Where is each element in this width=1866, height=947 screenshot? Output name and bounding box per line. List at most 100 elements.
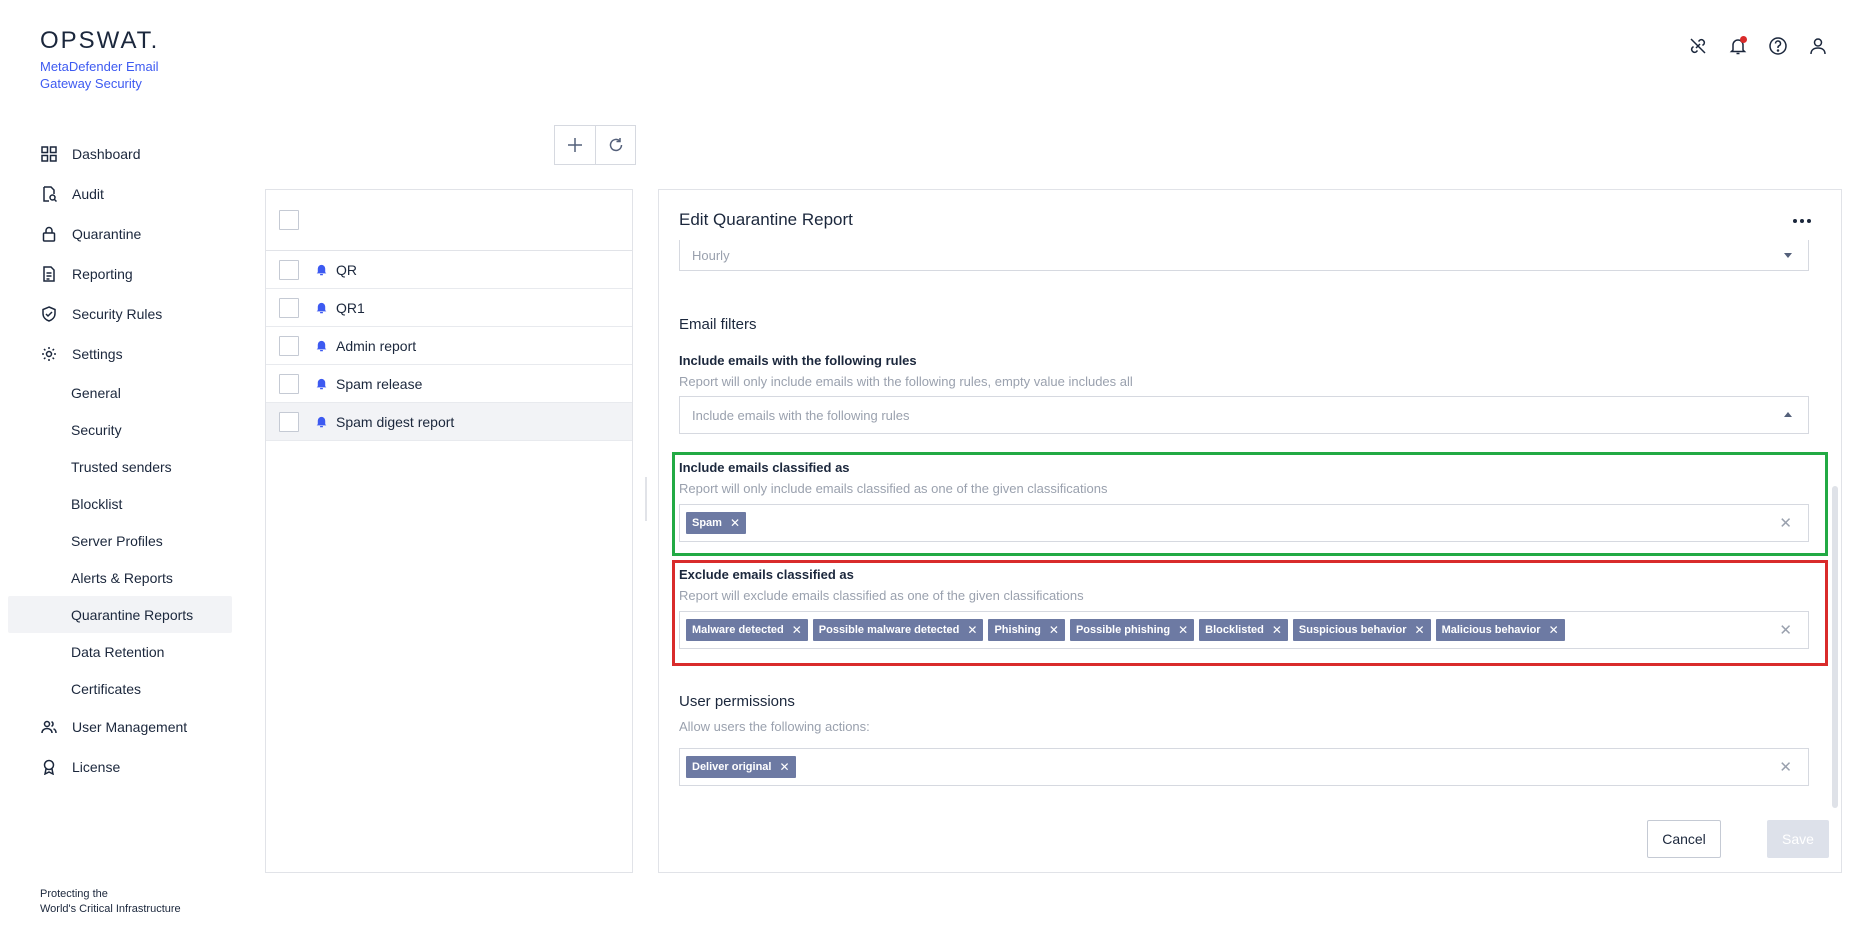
opswat-logo[interactable]: OPSWAT.	[40, 28, 180, 54]
refresh-icon	[609, 138, 622, 152]
nav-security-rules[interactable]: Security Rules	[8, 294, 232, 334]
row-checkbox[interactable]	[279, 411, 299, 432]
help-icon[interactable]	[1766, 34, 1790, 58]
tagline-line-2: World's Critical Infrastructure	[40, 903, 181, 915]
chevron-down-icon	[1784, 253, 1792, 258]
tagline: Protecting the World's Critical Infrastr…	[40, 887, 181, 917]
user-permissions-title: User permissions	[679, 693, 795, 710]
frequency-value: Hourly	[692, 247, 730, 263]
list-item[interactable]: QR1	[266, 289, 632, 327]
bell-icon	[315, 263, 328, 276]
more-options-icon[interactable]	[1793, 219, 1811, 223]
clear-icon[interactable]: ✕	[1779, 514, 1792, 532]
sidebar-item-trusted-senders[interactable]: Trusted senders	[8, 448, 232, 485]
sidebar-item-data-retention[interactable]: Data Retention	[8, 633, 232, 670]
sidebar-item-quarantine-reports[interactable]: Quarantine Reports	[8, 596, 232, 633]
nav-dashboard[interactable]: Dashboard	[8, 134, 232, 174]
refresh-button[interactable]	[595, 126, 635, 164]
bell-icon	[315, 415, 328, 428]
bell-icon	[315, 339, 328, 352]
chip-label: Deliver original	[692, 761, 772, 773]
sidebar-item-certificates[interactable]: Certificates	[8, 670, 232, 707]
include-rules-select[interactable]: Include emails with the following rules	[679, 396, 1809, 434]
close-icon[interactable]: ✕	[1549, 623, 1559, 637]
chip[interactable]: Blocklisted ✕	[1199, 619, 1288, 641]
chip-label: Malicious behavior	[1441, 624, 1541, 636]
chip-label: Blocklisted	[1205, 624, 1264, 636]
nav-label: License	[72, 759, 121, 775]
close-icon[interactable]: ✕	[730, 516, 740, 530]
sidebar-item-security[interactable]: Security	[8, 411, 232, 448]
exclude-classified-select[interactable]: Malware detected ✕ Possible malware detec…	[679, 611, 1809, 649]
panel-title: Edit Quarantine Report	[679, 210, 853, 229]
include-rules-placeholder: Include emails with the following rules	[692, 407, 910, 423]
chip[interactable]: Malicious behavior ✕	[1435, 619, 1565, 641]
row-checkbox[interactable]	[279, 259, 299, 280]
user-permissions-desc: Allow users the following actions:	[679, 719, 870, 734]
close-icon[interactable]: ✕	[1415, 623, 1425, 637]
list-item[interactable]: QR	[266, 251, 632, 289]
unlink-icon[interactable]	[1686, 34, 1710, 58]
user-permissions-select[interactable]: Deliver original ✕ ✕	[679, 748, 1809, 786]
list-item[interactable]: Spam digest report	[266, 403, 632, 441]
bell-icon	[315, 301, 328, 314]
close-icon[interactable]: ✕	[1049, 623, 1059, 637]
sidebar-item-server-profiles[interactable]: Server Profiles	[8, 522, 232, 559]
nav-license[interactable]: License	[8, 747, 232, 787]
chip[interactable]: Malware detected ✕	[686, 619, 808, 641]
bell-icon	[315, 377, 328, 390]
chip[interactable]: Deliver original ✕	[686, 756, 796, 778]
chip[interactable]: Possible phishing ✕	[1069, 619, 1195, 641]
close-icon[interactable]: ✕	[792, 623, 802, 637]
lock-icon	[40, 225, 58, 243]
scrollbar[interactable]	[1832, 486, 1838, 808]
bell-icon[interactable]	[1726, 34, 1750, 58]
chip-label: Spam	[692, 517, 722, 529]
close-icon[interactable]: ✕	[967, 623, 977, 637]
nav-audit[interactable]: Audit	[8, 174, 232, 214]
exclude-classified-label: Exclude emails classified as	[679, 567, 854, 582]
include-classified-select[interactable]: Spam ✕ ✕	[679, 504, 1809, 542]
frequency-select[interactable]: Hourly	[679, 240, 1809, 271]
main-nav: Dashboard Audit Quarantine Reporting Sec…	[8, 134, 232, 787]
sidebar-item-alerts-reports[interactable]: Alerts & Reports	[8, 559, 232, 596]
plus-icon	[568, 138, 582, 152]
report-name: Spam digest report	[336, 413, 455, 430]
clear-icon[interactable]: ✕	[1779, 758, 1792, 776]
clear-icon[interactable]: ✕	[1779, 621, 1792, 639]
list-item[interactable]: Spam release	[266, 365, 632, 403]
nav-label: Dashboard	[72, 146, 141, 162]
shield-check-icon	[40, 305, 58, 323]
row-checkbox[interactable]	[279, 373, 299, 394]
nav-label: Settings	[72, 346, 123, 362]
nav-user-management[interactable]: User Management	[8, 707, 232, 747]
close-icon[interactable]: ✕	[1272, 623, 1282, 637]
nav-reporting[interactable]: Reporting	[8, 254, 232, 294]
sidebar-item-blocklist[interactable]: Blocklist	[8, 485, 232, 522]
nav-label: User Management	[72, 719, 188, 735]
dashboard-icon	[40, 145, 58, 163]
chip[interactable]: Spam ✕	[686, 512, 747, 534]
nav-label: Quarantine	[72, 226, 142, 242]
add-report-button[interactable]	[555, 126, 595, 164]
close-icon[interactable]: ✕	[779, 760, 789, 774]
nav-quarantine[interactable]: Quarantine	[8, 214, 232, 254]
chip[interactable]: Phishing ✕	[988, 619, 1065, 641]
close-icon[interactable]: ✕	[1178, 623, 1188, 637]
row-checkbox[interactable]	[279, 335, 299, 356]
user-icon[interactable]	[1806, 34, 1830, 58]
chip[interactable]: Suspicious behavior ✕	[1292, 619, 1431, 641]
row-checkbox[interactable]	[279, 297, 299, 318]
panel-resize-handle[interactable]	[645, 477, 647, 521]
save-button[interactable]: Save	[1767, 820, 1829, 858]
nav-settings[interactable]: Settings	[8, 334, 232, 374]
list-item[interactable]: Admin report	[266, 327, 632, 365]
sidebar-item-general[interactable]: General	[8, 374, 232, 411]
report-name: Spam release	[336, 375, 423, 392]
edit-quarantine-report-panel: Edit Quarantine Report Hourly Email filt…	[658, 189, 1842, 873]
select-all-checkbox[interactable]	[279, 210, 299, 230]
chip-label: Possible phishing	[1075, 624, 1171, 636]
chip[interactable]: Possible malware detected ✕	[812, 619, 984, 641]
audit-icon	[40, 185, 58, 203]
cancel-button[interactable]: Cancel	[1647, 820, 1721, 858]
